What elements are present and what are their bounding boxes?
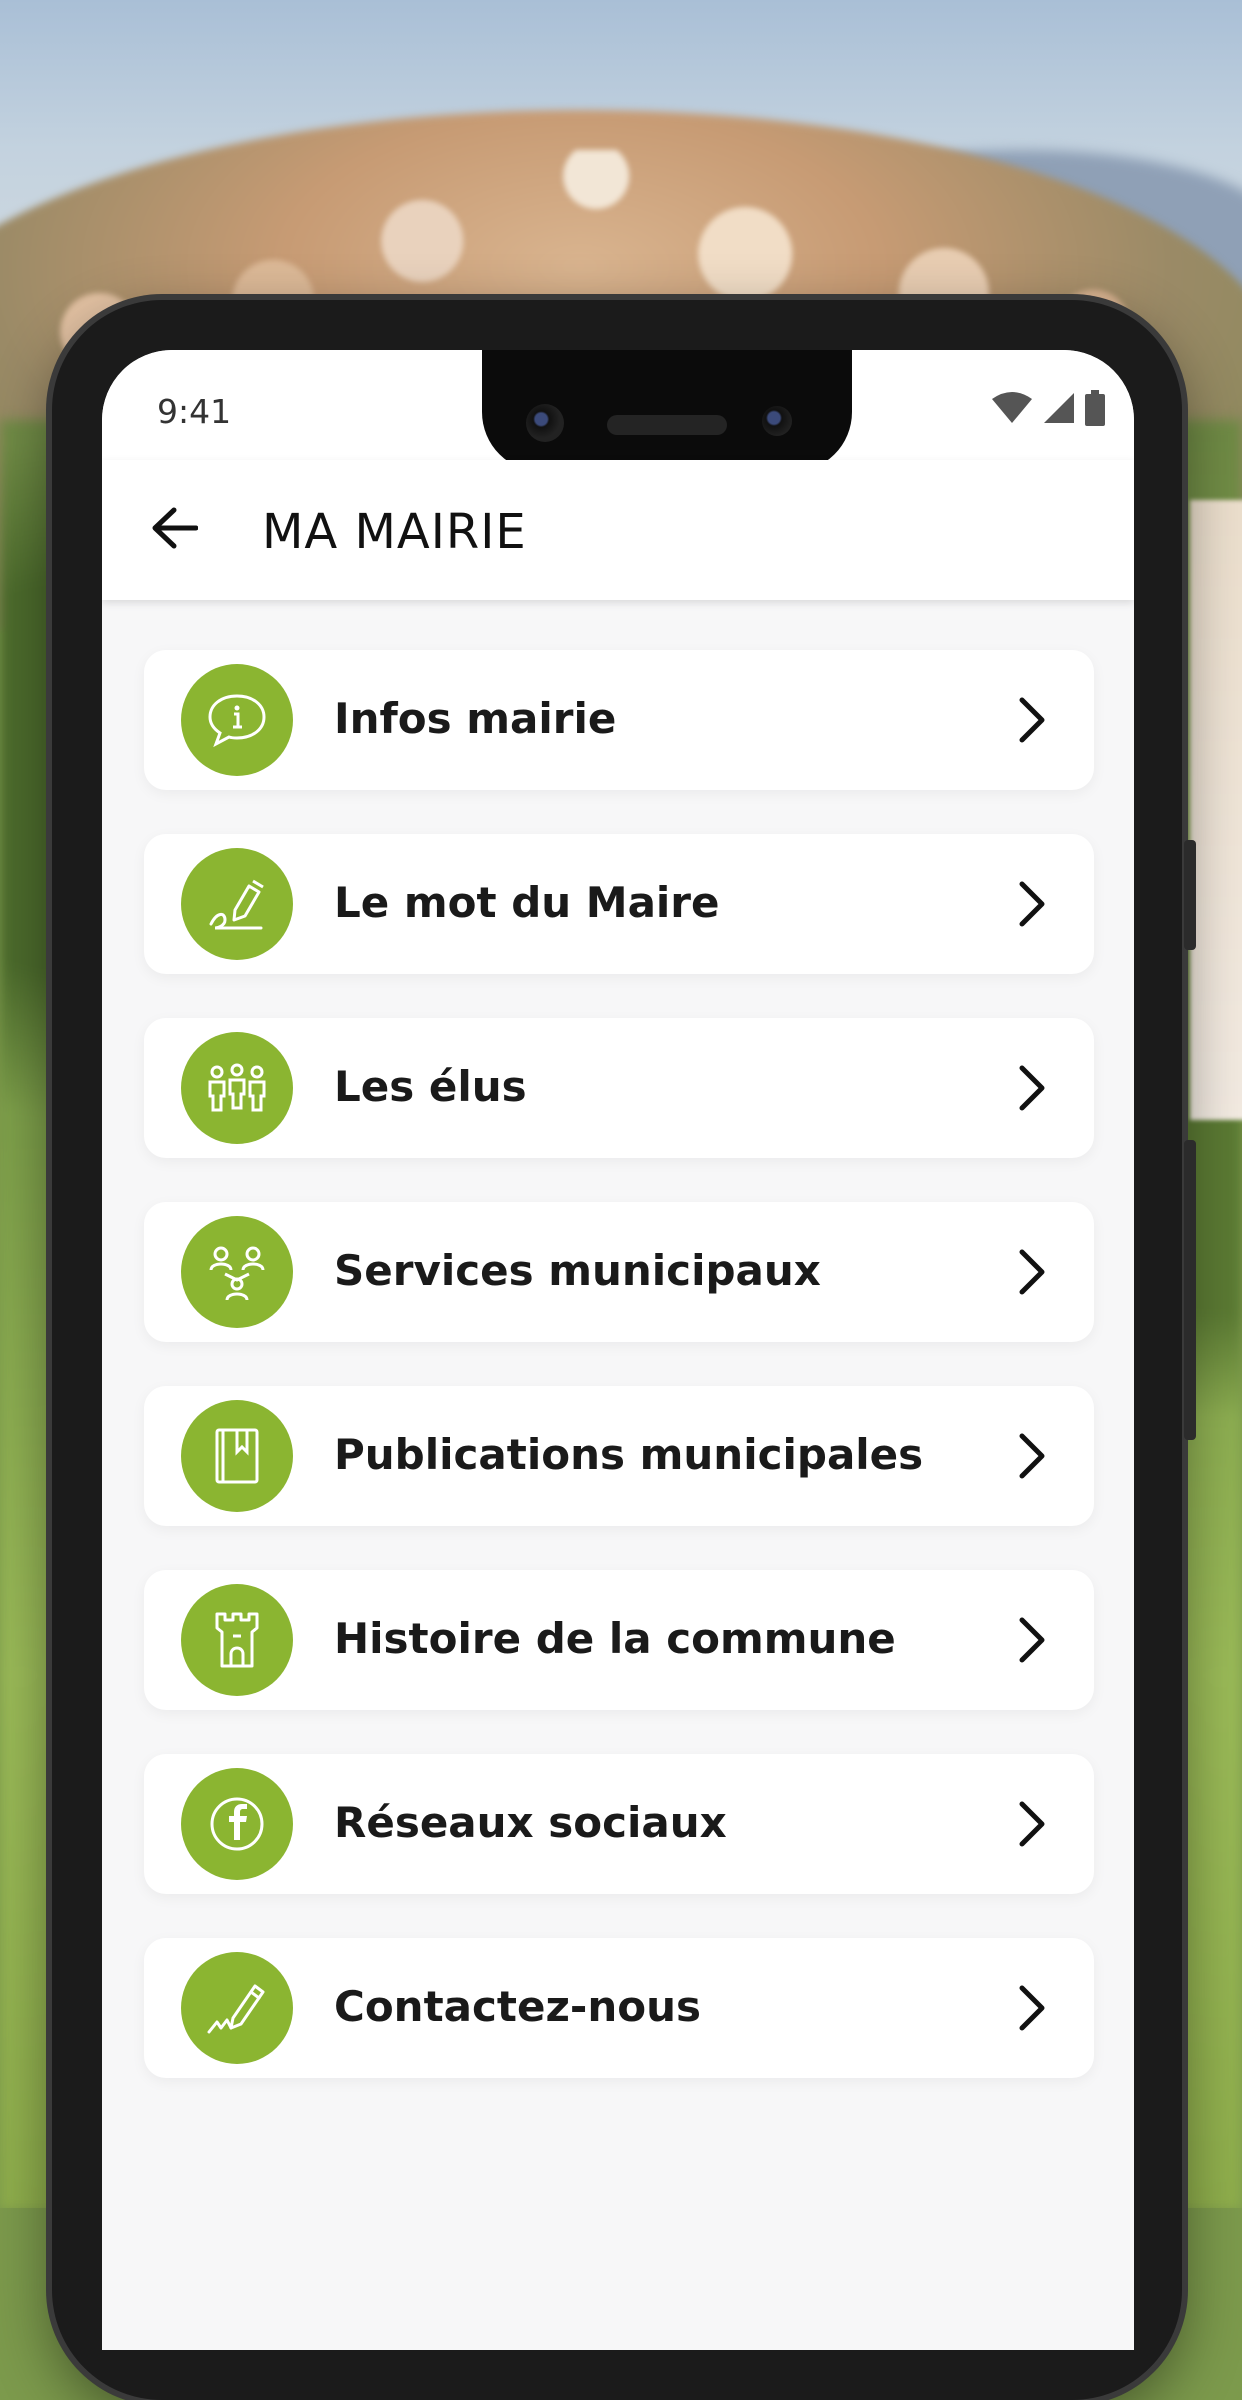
chevron-right-icon bbox=[1008, 696, 1056, 744]
phone-side-button bbox=[1184, 1140, 1196, 1440]
chevron-right-icon bbox=[1008, 1616, 1056, 1664]
menu-item-label: Les élus bbox=[334, 1062, 527, 1111]
app-screen: 9:41 MA MAIRIE Infos mairie Le mot du Ma… bbox=[102, 350, 1134, 2350]
wifi-icon bbox=[990, 391, 1034, 429]
menu-item-label: Histoire de la commune bbox=[334, 1614, 896, 1663]
chevron-right-icon bbox=[1008, 880, 1056, 928]
book-bookmark-icon bbox=[181, 1400, 293, 1512]
front-camera bbox=[526, 404, 564, 442]
menu-item-reseaux-sociaux[interactable]: Réseaux sociaux bbox=[144, 1754, 1094, 1894]
menu-list: Infos mairie Le mot du Maire Les élus Se… bbox=[144, 650, 1094, 2122]
menu-item-les-elus[interactable]: Les élus bbox=[144, 1018, 1094, 1158]
phone-frame: 9:41 MA MAIRIE Infos mairie Le mot du Ma… bbox=[52, 300, 1196, 2400]
background-building bbox=[1190, 500, 1242, 1120]
back-button[interactable] bbox=[146, 502, 202, 558]
menu-item-label: Le mot du Maire bbox=[334, 878, 720, 927]
menu-item-label: Réseaux sociaux bbox=[334, 1798, 727, 1847]
camera-notch bbox=[482, 350, 852, 472]
menu-item-le-mot-du-maire[interactable]: Le mot du Maire bbox=[144, 834, 1094, 974]
chevron-right-icon bbox=[1008, 1064, 1056, 1112]
menu-item-infos-mairie[interactable]: Infos mairie bbox=[144, 650, 1094, 790]
chevron-right-icon bbox=[1008, 1432, 1056, 1480]
menu-item-label: Publications municipales bbox=[334, 1430, 924, 1479]
menu-item-publications-municipales[interactable]: Publications municipales bbox=[144, 1386, 1094, 1526]
arrow-left-icon bbox=[150, 506, 199, 554]
castle-tower-icon bbox=[181, 1584, 293, 1696]
signal-icon bbox=[1042, 391, 1076, 429]
phone-side-button bbox=[1184, 840, 1196, 950]
menu-item-label: Infos mairie bbox=[334, 694, 617, 743]
people-group-icon bbox=[181, 1032, 293, 1144]
menu-item-label: Services municipaux bbox=[334, 1246, 821, 1295]
front-sensor bbox=[762, 406, 792, 436]
menu-item-contactez-nous[interactable]: Contactez-nous bbox=[144, 1938, 1094, 2078]
battery-icon bbox=[1084, 390, 1106, 430]
menu-item-services-municipaux[interactable]: Services municipaux bbox=[144, 1202, 1094, 1342]
pen-write-icon bbox=[181, 1952, 293, 2064]
chevron-right-icon bbox=[1008, 1800, 1056, 1848]
status-time: 9:41 bbox=[157, 392, 232, 431]
info-bubble-icon bbox=[181, 664, 293, 776]
menu-item-histoire-de-la-commune[interactable]: Histoire de la commune bbox=[144, 1570, 1094, 1710]
pen-signature-icon bbox=[181, 848, 293, 960]
facebook-icon bbox=[181, 1768, 293, 1880]
earpiece-speaker bbox=[607, 415, 727, 435]
status-icons bbox=[990, 390, 1106, 430]
chevron-right-icon bbox=[1008, 1984, 1056, 2032]
staff-network-icon bbox=[181, 1216, 293, 1328]
app-header: MA MAIRIE bbox=[102, 460, 1134, 600]
menu-item-label: Contactez-nous bbox=[334, 1982, 701, 2031]
page-title: MA MAIRIE bbox=[262, 504, 527, 560]
chevron-right-icon bbox=[1008, 1248, 1056, 1296]
